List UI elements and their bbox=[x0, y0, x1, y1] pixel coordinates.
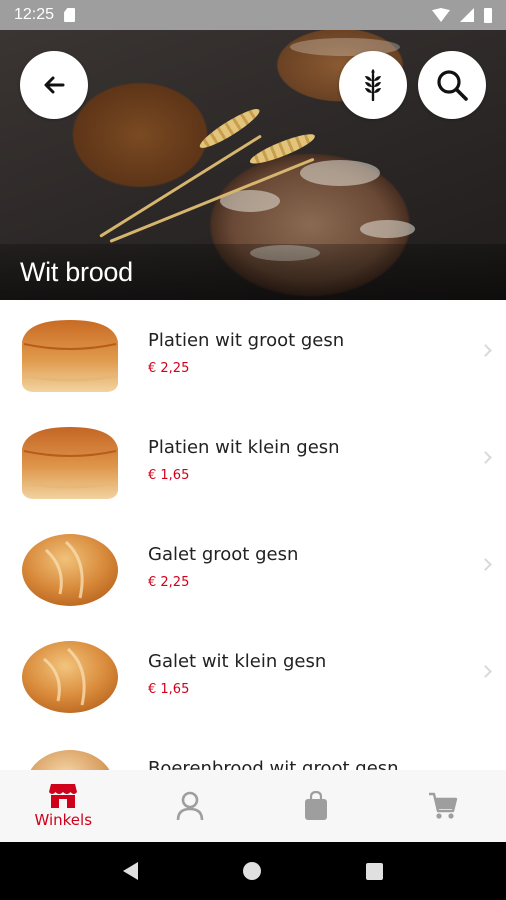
product-name: Platien wit groot gesn bbox=[148, 330, 345, 351]
bag-icon bbox=[305, 791, 328, 820]
product-item[interactable]: Platien wit klein gesn € 1,65 bbox=[0, 407, 506, 514]
product-price: € 1,65 bbox=[148, 682, 190, 697]
chevron-right-icon bbox=[479, 344, 492, 357]
signal-icon bbox=[460, 8, 474, 22]
product-item[interactable]: Platien wit groot gesn € 2,25 bbox=[0, 300, 506, 407]
product-price: € 1,65 bbox=[148, 468, 190, 483]
wheat-icon bbox=[365, 69, 381, 101]
arrow-left-icon bbox=[44, 76, 65, 94]
flour-dust bbox=[360, 220, 415, 238]
battery-icon bbox=[484, 7, 492, 23]
product-item[interactable]: Galet wit klein gesn € 1,65 bbox=[0, 621, 506, 728]
flour-dust bbox=[300, 160, 380, 186]
grain-filter-button[interactable] bbox=[339, 51, 407, 119]
product-info: Platien wit groot gesn € 2,25 bbox=[148, 330, 344, 376]
system-recents-button[interactable] bbox=[366, 862, 384, 880]
bottom-navigation: Winkels bbox=[0, 770, 506, 842]
bread-round-image bbox=[22, 534, 118, 606]
bread-loaf-image bbox=[22, 320, 118, 392]
status-bar: 12:25 bbox=[0, 0, 506, 30]
product-info: Galet groot gesn € 2,25 bbox=[148, 544, 298, 590]
product-name: Galet groot gesn bbox=[148, 544, 299, 565]
nav-item-account[interactable] bbox=[127, 770, 254, 842]
page-title: Wit brood bbox=[20, 257, 133, 287]
user-icon bbox=[176, 791, 204, 821]
nav-label: Winkels bbox=[34, 811, 93, 829]
product-info: Boerenbrood wit groot gesn bbox=[148, 758, 399, 770]
product-price: € 2,25 bbox=[148, 361, 190, 376]
wheat-stalk bbox=[109, 157, 315, 243]
product-item[interactable]: Boerenbrood wit groot gesn bbox=[0, 728, 506, 770]
search-button[interactable] bbox=[418, 51, 486, 119]
product-info: Galet wit klein gesn € 1,65 bbox=[148, 651, 326, 697]
wheat-ear bbox=[196, 103, 264, 153]
product-info: Platien wit klein gesn € 1,65 bbox=[148, 437, 340, 483]
store-icon bbox=[49, 784, 78, 808]
chevron-right-icon bbox=[479, 558, 492, 571]
bread-round-image bbox=[22, 641, 118, 713]
product-name: Platien wit klein gesn bbox=[148, 437, 340, 458]
bread-loaf-image bbox=[22, 427, 118, 499]
product-list: Platien wit groot gesn € 2,25 Platien wi… bbox=[0, 300, 506, 770]
cart-icon bbox=[428, 792, 457, 819]
chevron-right-icon bbox=[479, 451, 492, 464]
sim-card-icon bbox=[64, 8, 76, 22]
nav-item-orders[interactable] bbox=[253, 770, 380, 842]
system-navigation-bar bbox=[0, 842, 506, 900]
status-time: 12:25 bbox=[14, 6, 55, 23]
bread-round-image bbox=[30, 750, 110, 770]
system-back-button[interactable] bbox=[122, 862, 138, 880]
product-item[interactable]: Galet groot gesn € 2,25 bbox=[0, 514, 506, 621]
category-hero: Wit brood bbox=[0, 30, 506, 300]
product-name: Galet wit klein gesn bbox=[148, 651, 327, 672]
nav-item-winkels[interactable]: Winkels bbox=[0, 770, 127, 842]
search-icon bbox=[437, 70, 468, 101]
chevron-right-icon bbox=[479, 665, 492, 678]
wifi-icon bbox=[432, 8, 450, 22]
product-name: Boerenbrood wit groot gesn bbox=[148, 758, 399, 770]
product-price: € 2,25 bbox=[148, 575, 190, 590]
system-home-button[interactable] bbox=[242, 862, 261, 880]
nav-item-cart[interactable] bbox=[380, 770, 506, 842]
wheat-stalk bbox=[99, 134, 262, 238]
status-icons bbox=[432, 7, 492, 23]
back-button[interactable] bbox=[20, 51, 88, 119]
